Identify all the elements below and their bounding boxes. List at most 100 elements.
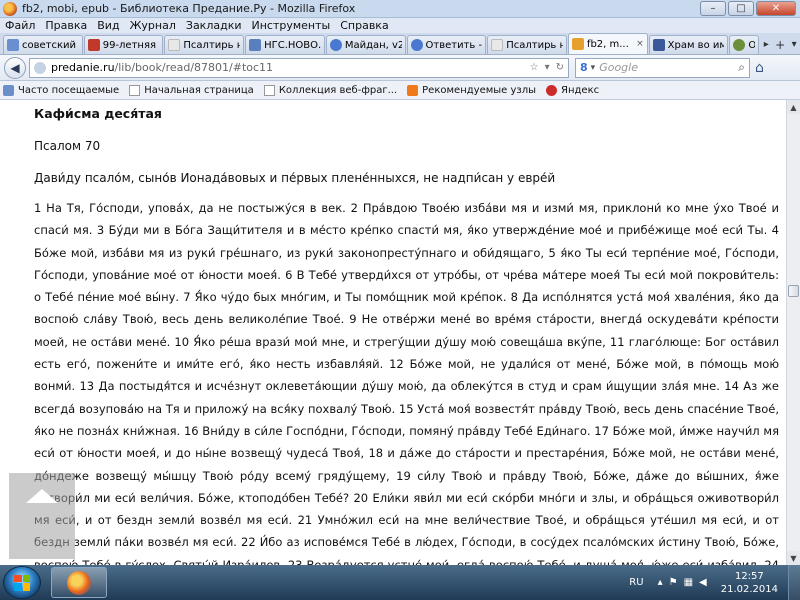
- taskbar: RU ▴ ⚑ ▦ ◀ 12:57 21.02.2014: [0, 565, 800, 600]
- tab-label: Ответить - ...: [425, 39, 483, 51]
- tab-favicon: [410, 39, 423, 51]
- tab-3[interactable]: Псалтирь н...: [164, 35, 245, 54]
- tab-favicon: [733, 39, 746, 51]
- bookmark-label: Начальная страница: [144, 84, 254, 96]
- search-input[interactable]: Google: [599, 61, 638, 74]
- tab-1[interactable]: советский ...: [3, 35, 83, 54]
- bookmark-web-slices[interactable]: Коллекция веб-фраг...: [263, 84, 398, 96]
- psalm-text: 1 На Тя, Го́споди, упова́х, да не постыж…: [34, 201, 779, 565]
- tab-close-icon[interactable]: ×: [634, 39, 644, 49]
- page-icon: [129, 84, 141, 96]
- maximize-button[interactable]: □: [728, 1, 754, 16]
- bookmark-label: Рекомендуемые узлы: [422, 84, 537, 96]
- window-title: fb2, mobi, epub - Библиотека Предание.Ру…: [22, 2, 356, 15]
- site-identity-icon[interactable]: [34, 61, 46, 74]
- scrollbar-thumb[interactable]: [788, 285, 799, 297]
- show-hidden-icons-icon[interactable]: ▴: [658, 577, 663, 588]
- psalm-subtitle: Дави́ду псало́м, сыно́в Ионада́вовых и п…: [34, 171, 556, 185]
- clock[interactable]: 12:57 21.02.2014: [721, 570, 778, 596]
- window-controls: – □ ✕: [700, 1, 796, 16]
- engine-dropdown-icon[interactable]: ▾: [591, 63, 596, 73]
- tray-icons: ▴ ⚑ ▦ ◀: [658, 577, 707, 588]
- flag-icon[interactable]: ⚑: [669, 577, 678, 588]
- menu-help[interactable]: Справка: [335, 19, 393, 32]
- tab-7[interactable]: Псалтирь н...: [487, 35, 567, 54]
- tab-favicon: [87, 39, 100, 51]
- tab-list-icon[interactable]: ▾: [788, 35, 800, 54]
- menu-tools[interactable]: Инструменты: [247, 19, 336, 32]
- network-icon[interactable]: ▦: [684, 577, 693, 588]
- bookmark-home-page[interactable]: Начальная страница: [129, 84, 254, 96]
- bookmark-suggested-sites[interactable]: Рекомендуемые узлы: [407, 84, 537, 96]
- tab-label: fb2, m...: [586, 38, 629, 50]
- title-bar: fb2, mobi, epub - Библиотека Предание.Ру…: [0, 0, 800, 18]
- tab-favicon: [7, 39, 19, 51]
- firefox-icon: [67, 570, 91, 595]
- menu-file[interactable]: Файл: [0, 19, 40, 32]
- tab-label: советский ...: [22, 39, 79, 51]
- clock-date: 21.02.2014: [720, 583, 778, 595]
- url-path: /lib/book/read/87801/#toc11: [114, 61, 274, 74]
- clock-time: 12:57: [734, 570, 764, 582]
- menu-view[interactable]: Вид: [92, 19, 124, 32]
- tab-label: О...: [748, 40, 755, 51]
- system-tray: RU ▴ ⚑ ▦ ◀ 12:57 21.02.2014: [629, 565, 800, 600]
- url-host: predanie.ru: [51, 61, 115, 74]
- tab-favicon: [652, 39, 665, 51]
- vertical-scrollbar[interactable]: ▲ ▼: [786, 100, 800, 565]
- tab-favicon: [571, 38, 584, 50]
- tab-9[interactable]: Храм во им...: [648, 35, 729, 54]
- tab-5[interactable]: Майдан, v2...: [325, 35, 406, 54]
- bookmarks-bar: Часто посещаемые Начальная страница Колл…: [0, 81, 800, 100]
- search-box[interactable]: 8 ▾ Google ⌕: [575, 57, 750, 78]
- scroll-to-top-button[interactable]: [9, 473, 75, 559]
- tab-10[interactable]: О...: [729, 35, 760, 54]
- google-engine-icon[interactable]: 8: [580, 61, 588, 74]
- bookmark-yandex[interactable]: Яндекс: [546, 84, 600, 96]
- back-button[interactable]: ◀: [4, 56, 26, 79]
- tab-favicon: [491, 39, 504, 51]
- windows-logo-icon: [14, 574, 30, 591]
- tab-4[interactable]: НГС.НОВО...: [245, 35, 325, 54]
- minimize-button[interactable]: –: [700, 1, 726, 16]
- rss-icon: [407, 84, 419, 96]
- tab-favicon: [329, 39, 342, 51]
- menu-edit[interactable]: Правка: [40, 19, 92, 32]
- scroll-down-icon[interactable]: ▼: [787, 551, 800, 565]
- bookmark-star-icon[interactable]: ☆: [530, 62, 539, 73]
- bookmark-label: Часто посещаемые: [18, 84, 120, 96]
- tab-6[interactable]: Ответить - ...: [406, 35, 487, 54]
- close-button[interactable]: ✕: [756, 1, 796, 16]
- scroll-up-icon[interactable]: ▲: [787, 100, 800, 114]
- language-indicator[interactable]: RU: [629, 577, 643, 588]
- tab-label: Майдан, v2...: [344, 39, 402, 51]
- page-content: Кафи́сма деся́тая Псалом 70 Дави́ду псал…: [0, 100, 786, 565]
- show-desktop-button[interactable]: [788, 565, 800, 600]
- tab-label: НГС.НОВО...: [264, 39, 321, 51]
- taskbar-firefox-button[interactable]: [51, 567, 107, 598]
- tab-active[interactable]: fb2, m... ×: [567, 33, 648, 54]
- tab-favicon: [168, 39, 181, 51]
- menu-bookmarks[interactable]: Закладки: [181, 19, 247, 32]
- firefox-icon: [3, 1, 17, 16]
- psalm-number: Псалом 70: [34, 139, 101, 153]
- psalm-article: Кафи́сма деся́тая Псалом 70 Дави́ду псал…: [34, 105, 779, 565]
- url-bar[interactable]: predanie.ru/lib/book/read/87801/#toc11 ☆…: [29, 57, 569, 78]
- tab-label: Храм во им...: [667, 39, 725, 51]
- yandex-icon: [546, 84, 558, 96]
- tab-2[interactable]: 99-летняя а...: [83, 35, 164, 54]
- tab-label: Псалтирь н...: [506, 39, 563, 51]
- bookmark-label: Коллекция веб-фраг...: [278, 84, 398, 96]
- bookmark-label: Яндекс: [561, 84, 600, 96]
- bookmark-most-visited[interactable]: Часто посещаемые: [3, 84, 120, 96]
- search-icon[interactable]: ⌕: [738, 60, 745, 75]
- tab-scroll-right-icon[interactable]: ▸: [760, 35, 772, 54]
- menu-bar: Файл Правка Вид Журнал Закладки Инструме…: [0, 18, 800, 33]
- reload-icon[interactable]: ↻: [556, 62, 564, 73]
- start-button[interactable]: [3, 566, 41, 599]
- menu-history[interactable]: Журнал: [125, 19, 181, 32]
- new-tab-icon[interactable]: +: [772, 35, 788, 54]
- dropdown-icon[interactable]: ▾: [545, 62, 550, 73]
- home-icon[interactable]: ⌂: [755, 60, 764, 76]
- volume-icon[interactable]: ◀: [699, 577, 707, 588]
